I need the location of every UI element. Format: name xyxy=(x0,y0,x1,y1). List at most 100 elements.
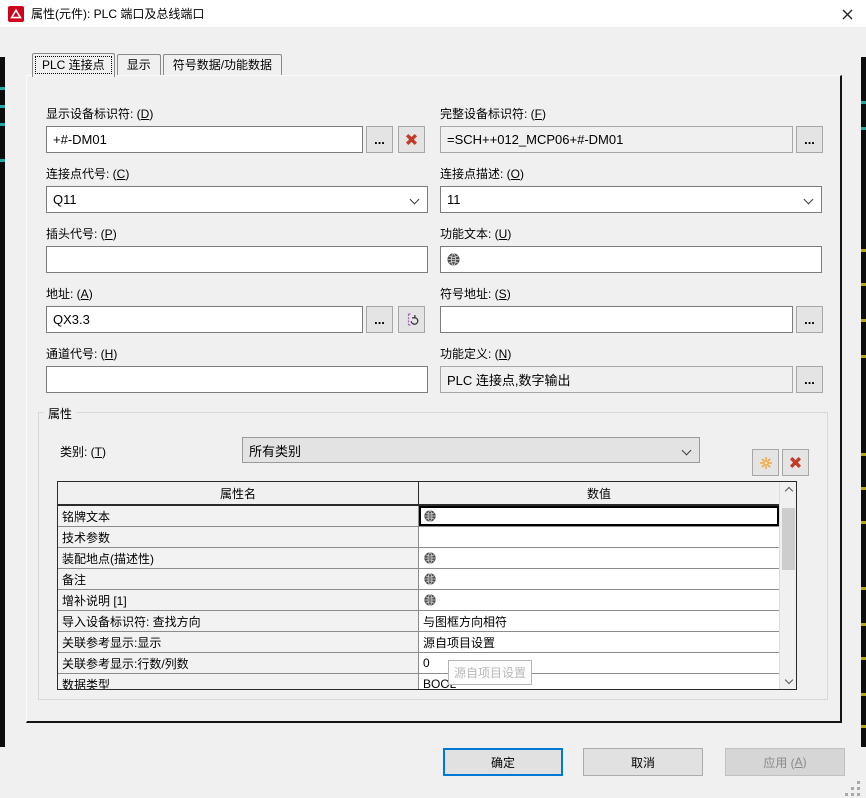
scroll-down-arrow-icon[interactable] xyxy=(780,674,797,689)
sym-address-browse-button[interactable]: ... xyxy=(796,306,823,333)
func-def-browse-button[interactable]: ... xyxy=(796,366,823,393)
dialog-title: 属性(元件): PLC 端口及总线端口 xyxy=(31,5,204,22)
property-value-cell[interactable] xyxy=(419,590,779,611)
cancel-button[interactable]: 取消 xyxy=(583,748,703,776)
delete-property-button[interactable] xyxy=(782,449,809,476)
red-x-icon xyxy=(405,133,418,146)
tab-display[interactable]: 显示 xyxy=(117,54,161,75)
property-name-cell[interactable]: 装配地点(描述性) xyxy=(58,548,419,569)
title-bar: 属性(元件): PLC 端口及总线端口 xyxy=(0,0,866,28)
conn-desc-combobox[interactable]: 11 xyxy=(440,186,822,213)
property-value-text: 0 xyxy=(423,656,430,670)
tab-strip: PLC 连接点 显示 符号数据/功能数据 xyxy=(32,53,284,75)
address-browse-button[interactable]: ... xyxy=(366,306,393,333)
close-icon xyxy=(842,9,853,20)
table-row[interactable]: 装配地点(描述性) xyxy=(58,548,796,569)
property-value-cell[interactable] xyxy=(419,527,779,548)
table-row[interactable]: 铭牌文本 xyxy=(58,506,796,527)
conn-desc-value: 11 xyxy=(447,192,461,207)
star-icon xyxy=(759,456,773,470)
func-def-label: 功能定义: (N) xyxy=(440,345,511,362)
chevron-down-icon xyxy=(682,446,692,456)
apply-button: 应用 (A) xyxy=(725,748,845,776)
property-table-body: 铭牌文本 技术参数 装配地点(描述性) 备注 xyxy=(58,506,796,690)
category-label: 类别: (T) xyxy=(60,443,106,460)
func-text-input[interactable] xyxy=(440,246,822,273)
red-x-icon xyxy=(789,456,802,469)
ellipsis-icon: ... xyxy=(804,312,815,327)
display-dt-input[interactable] xyxy=(46,126,363,153)
table-row[interactable]: 导入设备标识符: 查找方向 与图框方向相符 xyxy=(58,611,796,632)
property-value-cell[interactable] xyxy=(419,548,779,569)
address-input[interactable] xyxy=(46,306,363,333)
table-row[interactable]: 技术参数 xyxy=(58,527,796,548)
address-auto-button[interactable] xyxy=(398,306,425,333)
property-table: 属性名 数值 铭牌文本 技术参数 装配地点(描述性) xyxy=(57,481,797,690)
property-value-cell[interactable]: 与图框方向相符 xyxy=(419,611,779,632)
category-combobox[interactable]: 所有类别 xyxy=(242,437,700,463)
scroll-up-arrow-icon[interactable] xyxy=(780,482,797,497)
ok-button[interactable]: 确定 xyxy=(443,748,563,776)
table-header-row: 属性名 数值 xyxy=(58,482,796,506)
scrollbar-thumb[interactable] xyxy=(782,508,795,570)
full-dt-browse-button[interactable]: ... xyxy=(796,126,823,153)
property-value-text: 与图框方向相符 xyxy=(423,613,507,630)
property-value-cell[interactable]: 源自项目设置 xyxy=(419,632,779,653)
header-property-name: 属性名 xyxy=(58,482,419,504)
resize-grip[interactable] xyxy=(845,793,848,796)
eplan-logo-icon xyxy=(8,6,24,22)
property-value-cell[interactable] xyxy=(419,506,779,527)
func-text-label: 功能文本: (U) xyxy=(440,225,511,242)
table-row[interactable]: 数据类型 BOOL xyxy=(58,674,796,690)
display-dt-delete-button[interactable] xyxy=(398,126,425,153)
chevron-down-icon xyxy=(410,195,420,205)
display-dt-label: 显示设备标识符: (D) xyxy=(46,105,153,122)
property-value-cell[interactable] xyxy=(419,569,779,590)
header-value: 数值 xyxy=(419,482,779,504)
properties-dialog: 属性(元件): PLC 端口及总线端口 PLC 连接点 显示 符号数据/功能数 xyxy=(0,0,866,798)
table-scrollbar[interactable] xyxy=(779,482,796,689)
full-dt-input[interactable] xyxy=(440,126,793,153)
globe-icon xyxy=(423,593,437,607)
conn-desc-label: 连接点描述: (O) xyxy=(440,165,524,182)
table-row[interactable]: 关联参考显示:行数/列数 0 xyxy=(58,653,796,674)
table-row[interactable]: 关联参考显示:显示 源自项目设置 xyxy=(58,632,796,653)
ellipsis-icon: ... xyxy=(374,312,385,327)
property-name-cell[interactable]: 数据类型 xyxy=(58,674,419,690)
tab-plc-connection-point[interactable]: PLC 连接点 xyxy=(32,53,115,77)
sym-address-label: 符号地址: (S) xyxy=(440,285,511,302)
property-value-text: 源自项目设置 xyxy=(423,634,495,651)
ellipsis-icon: ... xyxy=(804,132,815,147)
conn-code-value: Q11 xyxy=(53,192,77,207)
table-row[interactable]: 增补说明 [1] xyxy=(58,590,796,611)
property-name-cell[interactable]: 导入设备标识符: 查找方向 xyxy=(58,611,419,632)
conn-code-label: 连接点代号: (C) xyxy=(46,165,129,182)
display-dt-browse-button[interactable]: ... xyxy=(366,126,393,153)
background-app-strip-left xyxy=(0,57,5,747)
conn-code-combobox[interactable]: Q11 xyxy=(46,186,428,213)
background-app-strip-right xyxy=(861,57,866,747)
table-row[interactable]: 备注 xyxy=(58,569,796,590)
property-name-cell[interactable]: 增补说明 [1] xyxy=(58,590,419,611)
tooltip: 源自项目设置 xyxy=(448,660,532,685)
ellipsis-icon: ... xyxy=(374,132,385,147)
globe-icon xyxy=(423,551,437,565)
property-name-cell[interactable]: 备注 xyxy=(58,569,419,590)
func-def-input[interactable] xyxy=(440,366,793,393)
ellipsis-icon: ... xyxy=(804,372,815,387)
channel-code-label: 通道代号: (H) xyxy=(46,345,117,362)
full-dt-label: 完整设备标识符: (F) xyxy=(440,105,546,122)
sym-address-input[interactable] xyxy=(440,306,793,333)
channel-code-input[interactable] xyxy=(46,366,428,393)
property-name-cell[interactable]: 关联参考显示:行数/列数 xyxy=(58,653,419,674)
property-name-cell[interactable]: 铭牌文本 xyxy=(58,506,419,527)
property-name-cell[interactable]: 技术参数 xyxy=(58,527,419,548)
address-label: 地址: (A) xyxy=(46,285,93,302)
property-name-cell[interactable]: 关联参考显示:显示 xyxy=(58,632,419,653)
properties-group-title: 属性 xyxy=(44,405,76,422)
new-property-button[interactable] xyxy=(752,449,779,476)
plug-code-input[interactable] xyxy=(46,246,428,273)
close-button[interactable] xyxy=(834,2,860,26)
globe-icon xyxy=(446,252,461,270)
tab-symbol-function-data[interactable]: 符号数据/功能数据 xyxy=(163,54,282,75)
